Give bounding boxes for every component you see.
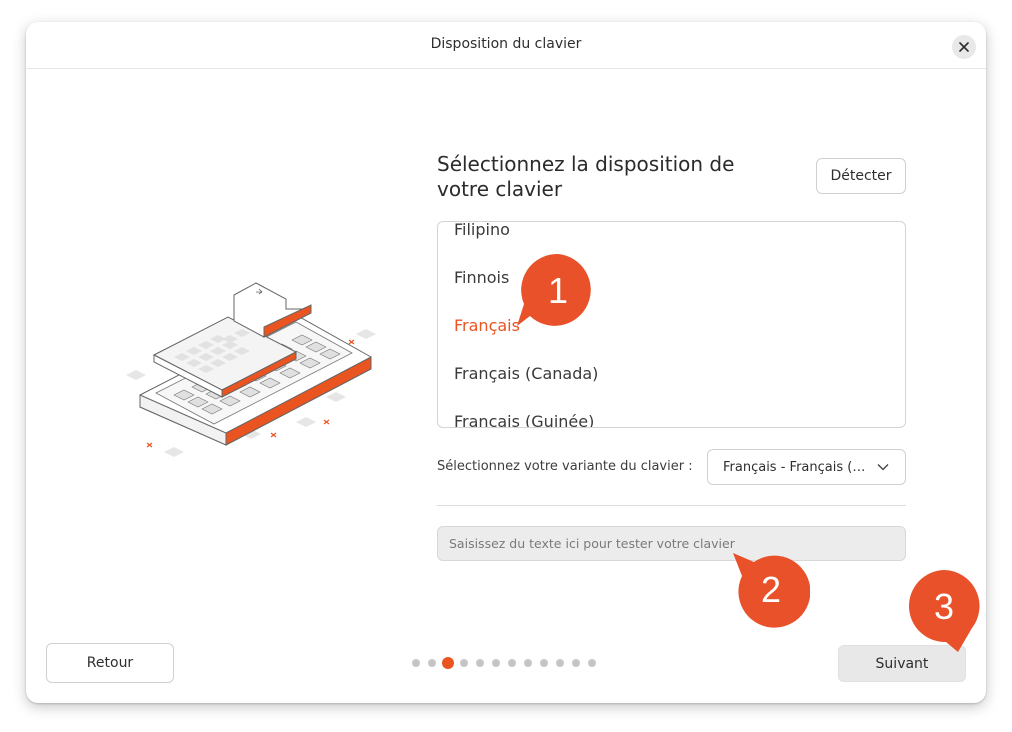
callout-1-label: 1: [548, 270, 568, 311]
list-item[interactable]: Filipino: [454, 222, 510, 239]
chevron-down-icon: [877, 464, 889, 471]
keyboard-test-input[interactable]: Saisissez du texte ici pour tester votre…: [437, 526, 906, 561]
step-dot: [524, 659, 532, 667]
callout-2-label: 2: [761, 569, 781, 610]
detect-button[interactable]: Détecter: [816, 158, 906, 194]
step-dot: [572, 659, 580, 667]
step-dot-active: [442, 657, 454, 669]
step-dot: [556, 659, 564, 667]
step-dot: [508, 659, 516, 667]
step-dot: [412, 659, 420, 667]
window-title: Disposition du clavier: [430, 36, 582, 52]
list-item[interactable]: Français (Guinée): [454, 412, 594, 427]
page-heading: Sélectionnez la disposition de votre cla…: [437, 152, 735, 201]
step-dot: [540, 659, 548, 667]
close-icon: [959, 42, 969, 52]
divider: [437, 505, 906, 506]
callout-3: 3: [908, 570, 980, 652]
variant-label: Sélectionnez votre variante du clavier :: [437, 459, 693, 474]
installer-window: Disposition du clavier Sélectionnez la d…: [26, 22, 986, 703]
close-button[interactable]: [952, 35, 976, 59]
layout-list[interactable]: Filipino Finnois Français Français (Cana…: [437, 221, 906, 428]
keyboard-illustration: [126, 282, 376, 457]
step-dot: [588, 659, 596, 667]
list-item-selected[interactable]: Français: [454, 316, 520, 335]
step-dot: [460, 659, 468, 667]
variant-value: Français - Français (…: [723, 459, 866, 475]
step-dot: [428, 659, 436, 667]
list-item[interactable]: Français (Canada): [454, 364, 598, 383]
step-dot: [476, 659, 484, 667]
variant-dropdown[interactable]: Français - Français (…: [707, 449, 906, 485]
step-dot: [492, 659, 500, 667]
test-input-placeholder: Saisissez du texte ici pour tester votre…: [449, 536, 735, 551]
list-item[interactable]: Finnois: [454, 268, 509, 287]
callout-2: 2: [733, 553, 810, 628]
title-bar: Disposition du clavier: [26, 22, 986, 69]
step-indicator: [412, 656, 604, 670]
callout-1: 1: [517, 253, 591, 326]
callout-3-label: 3: [934, 586, 954, 627]
back-button[interactable]: Retour: [46, 643, 174, 683]
